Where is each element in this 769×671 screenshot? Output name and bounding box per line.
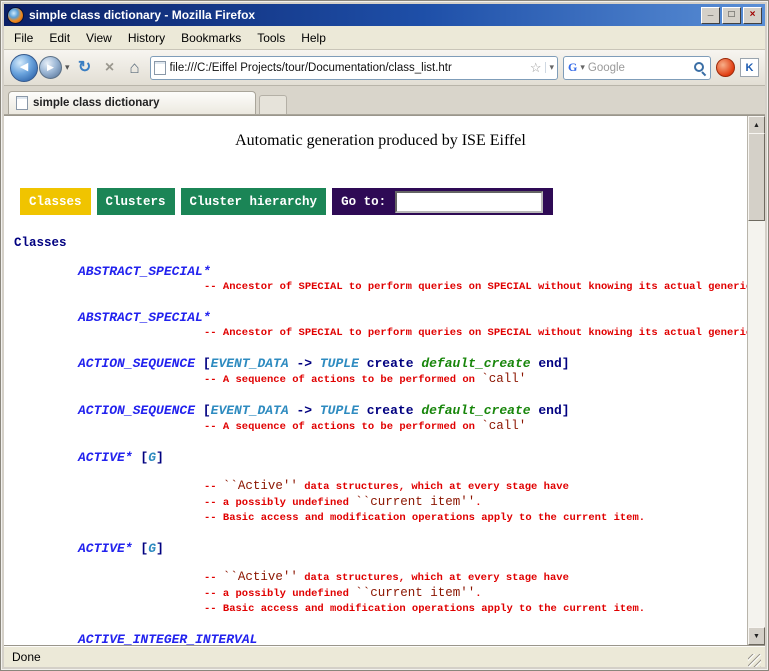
vertical-scrollbar[interactable]: ▲ ▼ xyxy=(747,116,765,645)
class-entry-comment: -- A sequence of actions to be performed… xyxy=(204,419,747,435)
scrollbar-thumb[interactable] xyxy=(748,133,765,221)
menu-bar: FileEditViewHistoryBookmarksToolsHelp xyxy=(4,26,765,50)
maximize-button[interactable]: □ xyxy=(722,7,741,24)
addon-icon-1[interactable] xyxy=(716,58,735,77)
class-entry: ACTIVE* [G] -- ``Active'' data structures… xyxy=(14,450,747,526)
search-bar[interactable]: G ▾ Google xyxy=(563,56,711,80)
class-entry-comment: -- a possibly undefined ``current item''… xyxy=(204,586,747,602)
page-nav-buttons: ClassesClustersCluster hierarchy xyxy=(20,188,332,215)
status-text: Done xyxy=(12,650,748,664)
class-entry-comment: -- Ancestor of SPECIAL to perform querie… xyxy=(204,326,747,341)
search-icon[interactable] xyxy=(693,61,706,74)
page-button-classes[interactable]: Classes xyxy=(20,188,91,215)
google-logo-icon: G xyxy=(568,60,577,75)
page-content: Automatic generation produced by ISE Eif… xyxy=(4,116,747,645)
stop-button[interactable]: × xyxy=(100,58,120,78)
menu-file[interactable]: File xyxy=(6,28,41,48)
menu-history[interactable]: History xyxy=(120,28,173,48)
class-entry: ACTION_SEQUENCE [EVENT_DATA -> TUPLE cre… xyxy=(14,403,747,435)
reload-button[interactable]: ↻ xyxy=(75,58,95,78)
tab-bar: simple class dictionary xyxy=(4,86,765,115)
class-entry: ACTIVE_INTEGER_INTERVAL xyxy=(14,632,747,645)
forward-button[interactable]: ▶ xyxy=(39,56,62,79)
address-dropdown-icon[interactable]: ▾ xyxy=(545,62,554,73)
class-entry-title[interactable]: ACTIVE_INTEGER_INTERVAL xyxy=(78,632,747,645)
class-entry-title[interactable]: ACTIVE* [G] xyxy=(78,541,747,556)
content-area: Automatic generation produced by ISE Eif… xyxy=(4,115,765,645)
page-nav-row: ClassesClustersCluster hierarchy Go to: xyxy=(20,188,747,215)
class-entry-title[interactable]: ACTION_SEQUENCE [EVENT_DATA -> TUPLE cre… xyxy=(78,356,747,371)
class-entry-comment: -- ``Active'' data structures, which at … xyxy=(204,570,747,586)
page-icon xyxy=(154,61,166,75)
tab-page-icon xyxy=(16,96,28,110)
search-input[interactable]: Google xyxy=(588,62,690,74)
back-icon: ◀ xyxy=(20,62,28,73)
class-entry: ABSTRACT_SPECIAL*-- Ancestor of SPECIAL … xyxy=(14,310,747,341)
class-entry: ABSTRACT_SPECIAL*-- Ancestor of SPECIAL … xyxy=(14,264,747,295)
nav-toolbar: ◀ ▶ ▾ ↻ × ⌂ file:///C:/Eiffel Projects/t… xyxy=(4,50,765,86)
class-entry: ACTION_SEQUENCE [EVENT_DATA -> TUPLE cre… xyxy=(14,356,747,388)
scroll-up-button[interactable]: ▲ xyxy=(748,116,765,134)
menu-view[interactable]: View xyxy=(78,28,120,48)
class-entry-title[interactable]: ABSTRACT_SPECIAL* xyxy=(78,264,747,279)
status-bar: Done xyxy=(4,645,765,667)
title-bar[interactable]: simple class dictionary - Mozilla Firefo… xyxy=(4,4,765,26)
class-entry-title[interactable]: ACTION_SEQUENCE [EVENT_DATA -> TUPLE cre… xyxy=(78,403,747,418)
bookmark-star-icon[interactable]: ☆ xyxy=(530,61,542,74)
tab-simple-class-dictionary[interactable]: simple class dictionary xyxy=(8,91,256,114)
class-entry-comment: -- A sequence of actions to be performed… xyxy=(204,372,747,388)
address-input[interactable]: file:///C:/Eiffel Projects/tour/Document… xyxy=(170,62,526,74)
window-controls: _ □ × xyxy=(701,7,762,24)
goto-box: Go to: xyxy=(332,188,553,215)
firefox-window: simple class dictionary - Mozilla Firefo… xyxy=(0,0,769,671)
address-bar[interactable]: file:///C:/Eiffel Projects/tour/Document… xyxy=(150,56,558,80)
class-entry-comment: -- a possibly undefined ``current item''… xyxy=(204,495,747,511)
menu-tools[interactable]: Tools xyxy=(249,28,293,48)
minimize-icon: _ xyxy=(708,7,714,17)
class-list: ABSTRACT_SPECIAL*-- Ancestor of SPECIAL … xyxy=(14,264,747,645)
section-title-classes: Classes xyxy=(14,236,747,250)
scroll-down-button[interactable]: ▼ xyxy=(748,627,765,645)
close-button[interactable]: × xyxy=(743,7,762,24)
back-button[interactable]: ◀ xyxy=(10,54,38,82)
class-entry-comment: -- Basic access and modification operati… xyxy=(204,602,747,617)
resize-grip[interactable] xyxy=(748,654,761,667)
class-entry: ACTIVE* [G] -- ``Active'' data structures… xyxy=(14,541,747,617)
search-engine-dropdown-icon[interactable]: ▾ xyxy=(580,62,585,73)
page-button-cluster-hierarchy[interactable]: Cluster hierarchy xyxy=(181,188,327,215)
goto-input[interactable] xyxy=(395,191,543,213)
class-entry-title[interactable]: ACTIVE* [G] xyxy=(78,450,747,465)
goto-label: Go to: xyxy=(341,195,386,209)
class-entry-title[interactable]: ABSTRACT_SPECIAL* xyxy=(78,310,747,325)
class-entry-comment: -- Basic access and modification operati… xyxy=(204,511,747,526)
tab-label: simple class dictionary xyxy=(33,97,160,109)
window-title: simple class dictionary - Mozilla Firefo… xyxy=(29,8,696,22)
minimize-button[interactable]: _ xyxy=(701,7,720,24)
tab-strip-stub[interactable] xyxy=(259,95,287,114)
forward-icon: ▶ xyxy=(47,63,54,72)
page-button-clusters[interactable]: Clusters xyxy=(97,188,175,215)
class-entry-comment: -- ``Active'' data structures, which at … xyxy=(204,479,747,495)
menu-edit[interactable]: Edit xyxy=(41,28,78,48)
page-title: Automatic generation produced by ISE Eif… xyxy=(14,132,747,150)
home-button[interactable]: ⌂ xyxy=(125,58,145,78)
menu-bookmarks[interactable]: Bookmarks xyxy=(173,28,249,48)
class-entry-comment: -- Ancestor of SPECIAL to perform querie… xyxy=(204,280,747,295)
menu-help[interactable]: Help xyxy=(293,28,334,48)
addon-icon-2[interactable]: K xyxy=(740,58,759,77)
firefox-logo-icon xyxy=(7,7,24,24)
history-dropdown-icon[interactable]: ▾ xyxy=(65,62,70,73)
